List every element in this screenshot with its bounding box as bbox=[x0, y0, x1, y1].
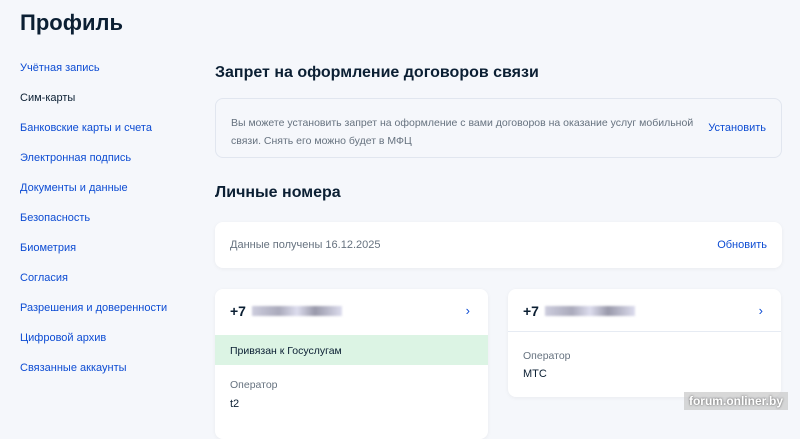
phone-number: +7 bbox=[230, 303, 342, 319]
data-received-text: Данные получены 16.12.2025 bbox=[230, 239, 381, 251]
sidebar-item-consents[interactable]: Согласия bbox=[20, 272, 167, 302]
sidebar-item-security[interactable]: Безопасность bbox=[20, 212, 167, 242]
phone-number: +7 bbox=[523, 303, 635, 319]
sidebar-item-biometrics[interactable]: Биометрия bbox=[20, 242, 167, 272]
operator-value: МТС bbox=[523, 368, 547, 380]
operator-label: Оператор bbox=[230, 379, 278, 391]
sidebar-item-linked-accounts[interactable]: Связанные аккаунты bbox=[20, 362, 167, 392]
sidebar-item-e-signature[interactable]: Электронная подпись bbox=[20, 152, 167, 182]
sidebar-item-sim-cards[interactable]: Сим-карты bbox=[20, 92, 167, 122]
operator-value: t2 bbox=[230, 398, 240, 410]
data-received-card: Данные получены 16.12.2025 Обновить bbox=[215, 222, 782, 268]
phone-card[interactable]: +7 › Привязан к Госуслугам Оператор t2 bbox=[215, 289, 488, 439]
sidebar-item-digital-archive[interactable]: Цифровой архив bbox=[20, 332, 167, 362]
phone-card[interactable]: +7 › Оператор МТС bbox=[508, 289, 781, 397]
chevron-right-icon[interactable]: › bbox=[466, 303, 470, 318]
sidebar-nav: Учётная запись Сим-карты Банковские карт… bbox=[20, 62, 167, 392]
refresh-button[interactable]: Обновить bbox=[717, 239, 767, 251]
divider bbox=[508, 331, 781, 332]
phone-blurred bbox=[544, 306, 635, 316]
linked-badge: Привязан к Госуслугам bbox=[215, 335, 488, 365]
sidebar-item-documents[interactable]: Документы и данные bbox=[20, 182, 167, 212]
set-ban-button[interactable]: Установить bbox=[708, 122, 766, 134]
sidebar-item-account[interactable]: Учётная запись bbox=[20, 62, 167, 92]
watermark: forum.onliner.by bbox=[683, 392, 788, 410]
ban-info-card: Вы можете установить запрет на оформлени… bbox=[215, 98, 782, 158]
ban-heading: Запрет на оформление договоров связи bbox=[215, 64, 539, 81]
page-title: Профиль bbox=[20, 10, 123, 35]
personal-numbers-heading: Личные номера bbox=[215, 184, 341, 201]
sidebar-item-permissions[interactable]: Разрешения и доверенности bbox=[20, 302, 167, 332]
phone-prefix: +7 bbox=[230, 303, 246, 319]
operator-label: Оператор bbox=[523, 350, 571, 362]
phone-blurred bbox=[251, 306, 342, 316]
chevron-right-icon[interactable]: › bbox=[759, 303, 763, 318]
sidebar-item-bank-cards[interactable]: Банковские карты и счета bbox=[20, 122, 167, 152]
phone-prefix: +7 bbox=[523, 303, 539, 319]
ban-text: Вы можете установить запрет на оформлени… bbox=[231, 117, 694, 147]
